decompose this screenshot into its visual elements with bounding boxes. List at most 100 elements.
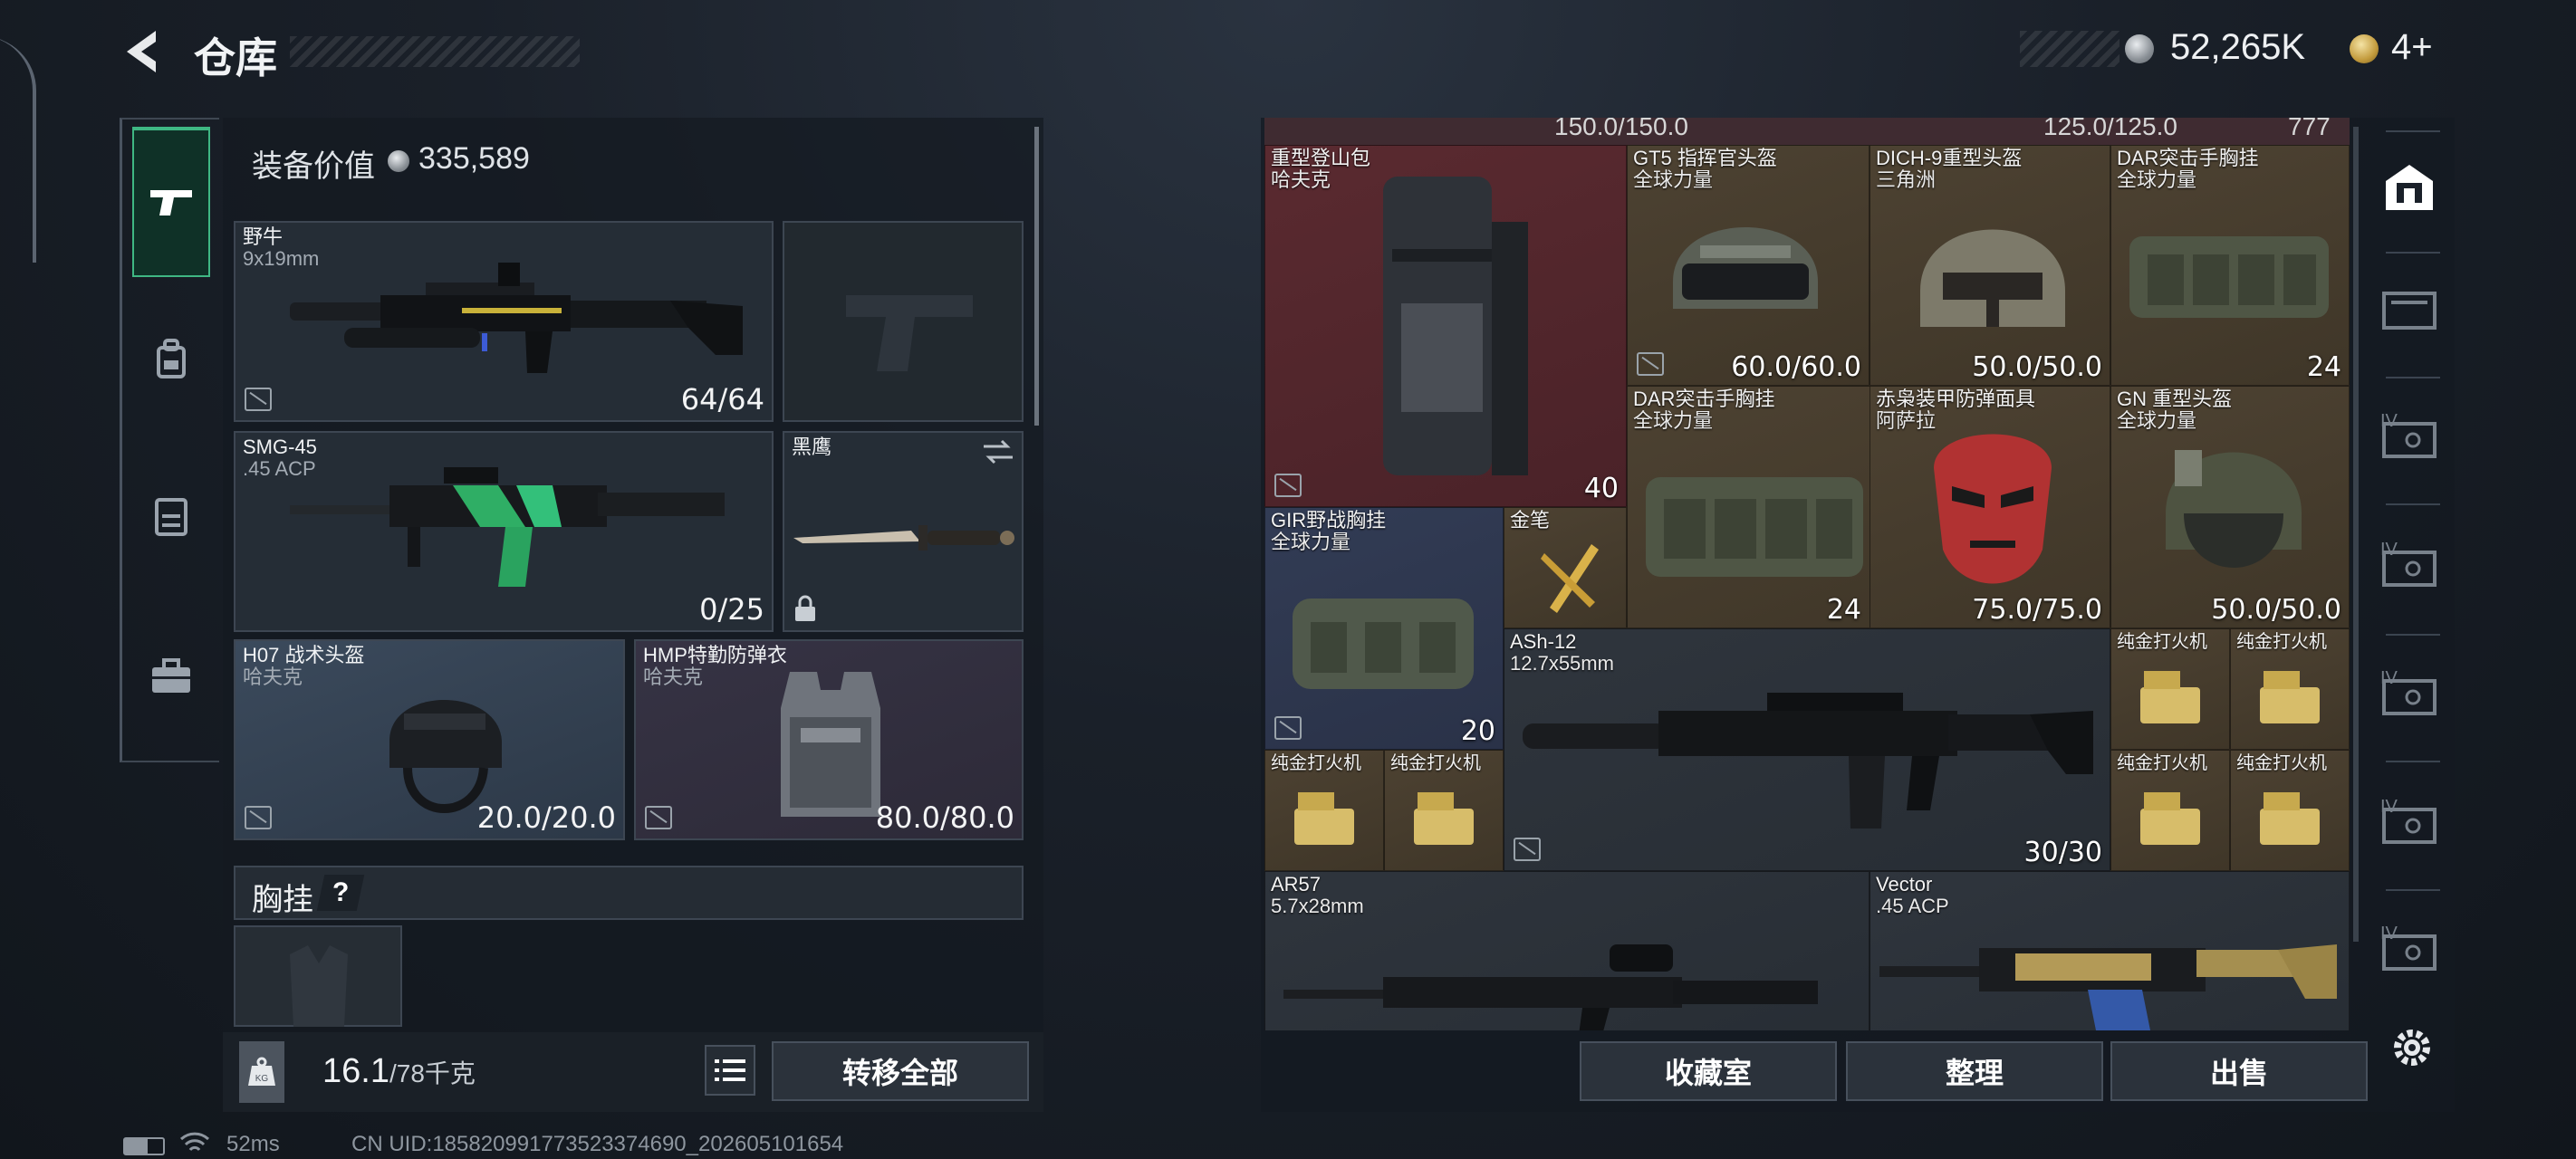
item-brand: 全球力量 — [1271, 531, 1351, 553]
tab-level-iv-1[interactable]: IV — [2377, 411, 2442, 476]
top-value-3: 777 — [2288, 118, 2331, 140]
sell-button[interactable]: 出售 — [2110, 1041, 2368, 1101]
tab-container[interactable] — [2377, 283, 2442, 348]
list-view-button[interactable] — [705, 1045, 755, 1096]
chest-rig-slot[interactable] — [234, 925, 402, 1027]
item-gold-lighter[interactable]: 纯金打火机 — [2230, 750, 2350, 871]
primary-weapon-slot[interactable]: 野牛 9x19mm 64/64 — [234, 221, 774, 422]
item-brand: 全球力量 — [1633, 168, 1714, 191]
premium-currency-balance[interactable]: 4+ — [2391, 27, 2433, 68]
stash-box-icon — [2386, 165, 2433, 210]
item-name: 重型登山包 — [1271, 147, 1371, 169]
insurance-icon — [245, 806, 272, 829]
item-gn-helmet[interactable]: GN 重型头盔 全球力量 50.0/50.0 — [2110, 386, 2350, 628]
top-value-2: 125.0/125.0 — [2043, 118, 2177, 140]
item-gir-chest-rig[interactable]: GIR野战胸挂 全球力量 20 — [1264, 507, 1504, 750]
item-heavy-backpack[interactable]: 重型登山包 哈夫克 40 — [1264, 145, 1627, 507]
melee-slot[interactable]: 黑鹰 — [783, 431, 1024, 632]
item-name: 纯金打火机 — [1271, 753, 1361, 773]
dar-rig-image — [1646, 477, 1863, 577]
helmet-slot[interactable]: H07 战术头盔 哈夫克 20.0/20.0 — [234, 639, 625, 840]
dich9-helmet-image — [1920, 229, 2065, 327]
tab-case[interactable] — [132, 637, 210, 715]
pistol-icon — [150, 190, 192, 216]
top-value-1: 150.0/150.0 — [1554, 118, 1688, 140]
item-gold-lighter[interactable]: 纯金打火机 — [1264, 750, 1384, 871]
swap-icon[interactable] — [982, 438, 1014, 465]
durability: 60.0/60.0 — [1731, 351, 1861, 383]
item-gold-lighter[interactable]: 纯金打火机 — [2110, 628, 2230, 750]
armor-slot[interactable]: HMP特勤防弹衣 哈夫克 80.0/80.0 — [634, 639, 1024, 840]
tab-main-stash[interactable] — [2377, 156, 2442, 221]
tab-level-iv-4[interactable]: IV — [2377, 797, 2442, 862]
weight-icon: KG — [248, 1057, 275, 1086]
tab-level-label: IV — [2380, 797, 2398, 817]
tab-backpack[interactable] — [132, 321, 210, 398]
transfer-all-button[interactable]: 转移全部 — [772, 1041, 1029, 1101]
stash-grid[interactable]: 150.0/150.0 125.0/125.0 777 重型登山包 哈夫克 40… — [1264, 118, 2350, 1030]
stash-scrollbar[interactable] — [2353, 127, 2359, 942]
item-gold-lighter[interactable]: 纯金打火机 — [2110, 750, 2230, 871]
durability: 50.0/50.0 — [2211, 594, 2341, 626]
pistol-slot-empty[interactable] — [783, 221, 1024, 422]
gn-helmet-image — [2166, 450, 2302, 568]
settings-button[interactable] — [2388, 1023, 2437, 1072]
item-name: 纯金打火机 — [2117, 632, 2207, 652]
page-title: 仓库 — [194, 34, 277, 81]
ash12-rifle-image — [1523, 693, 2093, 829]
item-brand: 三角洲 — [1876, 168, 1937, 191]
help-icon[interactable]: ? — [316, 875, 365, 911]
sort-button[interactable]: 整理 — [1846, 1041, 2103, 1101]
slot-brand: 哈夫克 — [643, 666, 704, 688]
tab-divider — [2386, 377, 2440, 378]
tab-level-iv-2[interactable]: IV — [2377, 540, 2442, 605]
item-ash12-rifle[interactable]: ASh-12 12.7x55mm 30/30 — [1504, 628, 2110, 871]
weight-value: 16.1/78千克 — [322, 1052, 476, 1091]
tab-level-iv-5[interactable]: IV — [2377, 924, 2442, 989]
equip-value: 335,589 — [418, 141, 530, 176]
edge-curve — [0, 36, 36, 263]
slot-brand: 哈夫克 — [243, 666, 303, 688]
gear-icon — [2394, 1030, 2430, 1066]
weight-current: 16.1 — [322, 1052, 389, 1090]
tab-divider — [2386, 252, 2440, 254]
item-gt5-helmet[interactable]: GT5 指挥官头盔 全球力量 60.0/60.0 — [1627, 145, 1870, 386]
item-brand: 全球力量 — [2117, 168, 2197, 191]
item-caliber: 12.7x55mm — [1510, 652, 1614, 675]
list-icon — [715, 1059, 745, 1081]
item-name: GIR野战胸挂 — [1271, 509, 1387, 532]
item-name: Vector — [1876, 873, 1933, 896]
uid-text: CN UID:185820991773523374690_20260510165… — [351, 1132, 844, 1156]
loadout-scrollbar[interactable] — [1034, 127, 1039, 426]
tab-weapons[interactable] — [132, 127, 210, 277]
lock-icon — [795, 595, 815, 621]
tab-level-label: IV — [2380, 411, 2398, 431]
premium-currency-icon — [2350, 34, 2379, 63]
item-dar-chest-rig[interactable]: DAR突击手胸挂 全球力量 24 — [2110, 145, 2350, 386]
item-ar57-rifle[interactable]: AR57 5.7x28mm — [1264, 871, 1870, 1030]
item-name: GT5 指挥官头盔 — [1633, 147, 1777, 169]
item-armored-mask[interactable]: 赤枭装甲防弹面具 阿萨拉 75.0/75.0 — [1870, 386, 2110, 628]
rig-placeholder-icon — [290, 945, 348, 1027]
item-gold-lighter[interactable]: 纯金打火机 — [2230, 628, 2350, 750]
help-mark: ? — [332, 877, 350, 907]
item-dich9-helmet[interactable]: DICH-9重型头盔 三角洲 50.0/50.0 — [1870, 145, 2110, 386]
item-vector-smg[interactable]: Vector .45 ACP — [1870, 871, 2350, 1030]
tab-level-iv-3[interactable]: IV — [2377, 668, 2442, 733]
chest-rig-icon — [155, 498, 187, 536]
back-button[interactable] — [120, 27, 165, 76]
item-gold-lighter[interactable]: 纯金打火机 — [1384, 750, 1504, 871]
collection-room-button[interactable]: 收藏室 — [1580, 1041, 1837, 1101]
item-name: DAR突击手胸挂 — [2117, 147, 2259, 169]
item-gold-pen[interactable]: 金笔 — [1504, 507, 1627, 628]
tab-divider — [2386, 130, 2440, 132]
tab-chest-rig[interactable] — [132, 478, 210, 556]
item-name: 纯金打火机 — [2117, 753, 2207, 773]
secondary-weapon-slot[interactable]: SMG-45 .45 ACP 0/25 — [234, 431, 774, 632]
lighter-image — [1294, 792, 1354, 845]
slot-name: 黑鹰 — [792, 436, 832, 458]
item-name: GN 重型头盔 — [2117, 388, 2233, 410]
ammo-count: 30/30 — [2023, 837, 2102, 868]
title-decoration — [290, 36, 580, 67]
equip-value-label: 装备价值 — [252, 149, 375, 184]
